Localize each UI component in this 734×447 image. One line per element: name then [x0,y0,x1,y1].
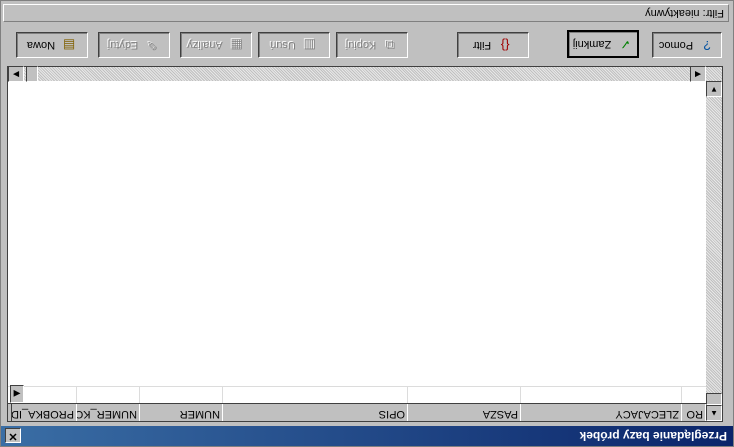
vertical-scrollbar[interactable]: ▲ ▼ [706,67,722,421]
column-header[interactable]: ZLECAJACY [520,404,682,421]
copy-button[interactable]: ⧉ Kopiuj [336,32,408,58]
window-title: Przeglądanie bazy próbek [579,429,727,443]
edit-icon: ✎ [146,38,158,53]
filter-status: Filtr: nieaktywny [3,4,729,22]
new-record-icon: ▤ [62,38,76,53]
scroll-left-icon[interactable]: ▶ [8,66,24,82]
new-button[interactable]: ▤ Nowa [16,32,88,58]
toolbar: ? Pomoc ✓ Zamknij {} Filtr ⧉ Kopiuj ▥ Us… [7,28,725,62]
help-icon: ? [703,38,711,53]
column-header[interactable]: RO [681,404,706,421]
filter-label: Filtr [472,39,492,51]
main-window: Przeglądanie bazy próbek ✕ ▲ ▼ RO ZLECAJ… [0,0,734,447]
scroll-thumb[interactable] [26,66,38,82]
scroll-right-icon[interactable]: ◀ [690,66,706,82]
horizontal-scrollbar[interactable]: ◀ ▶ [8,66,706,82]
column-header[interactable]: PASZA [407,404,521,421]
table-cell[interactable] [520,387,682,403]
help-label: Pomoc [658,39,694,51]
close-icon[interactable]: ✕ [5,428,21,443]
title-bar: Przeglądanie bazy próbek ✕ [1,426,733,446]
scroll-thumb[interactable] [706,393,722,405]
trash-icon: ▥ [303,38,316,53]
triangle-right-icon[interactable]: ◀ [10,385,24,403]
scroll-up-icon[interactable]: ▲ [706,405,722,421]
column-header[interactable]: OPIS [222,404,408,421]
delete-button[interactable]: ▥ Usuń [258,32,330,58]
checkmark-icon: ✓ [619,37,631,52]
table-cell[interactable] [681,387,706,403]
copy-label: Kopiuj [345,39,377,51]
table-cell[interactable] [139,387,223,403]
edit-button[interactable]: ✎ Edytuj [98,32,170,58]
new-label: Nowa [26,39,56,51]
table-icon: ▦ [230,38,243,53]
table-row[interactable] [8,386,706,403]
filter-button[interactable]: {} Filtr [457,32,529,58]
table-cell[interactable] [76,387,140,403]
close-label: Zamknij [572,38,612,50]
help-button[interactable]: ? Pomoc [652,32,722,58]
delete-label: Usuń [270,39,296,51]
flipped-screen: Przeglądanie bazy próbek ✕ ▲ ▼ RO ZLECAJ… [0,0,734,447]
table-cell[interactable] [407,387,521,403]
analyses-label: Analizy [187,39,223,51]
table-cell[interactable] [222,387,408,403]
grid-header: RO ZLECAJACY PASZA OPIS NUMER NUMER_KOL … [8,403,706,421]
close-button[interactable]: ✓ Zamknij [567,30,639,58]
data-grid[interactable]: ▲ ▼ RO ZLECAJACY PASZA OPIS NUMER NUMER_… [7,66,723,422]
scroll-down-icon[interactable]: ▼ [706,81,722,97]
column-header[interactable]: NUMER [139,404,223,421]
edit-label: Edytuj [107,39,139,51]
copy-icon: ⧉ [385,38,395,53]
analyses-button[interactable]: ▦ Analizy [180,32,252,58]
column-header[interactable]: PROBKA_ID [11,404,77,421]
column-header[interactable]: NUMER_KOL [76,404,140,421]
filter-icon: {} [500,38,510,53]
